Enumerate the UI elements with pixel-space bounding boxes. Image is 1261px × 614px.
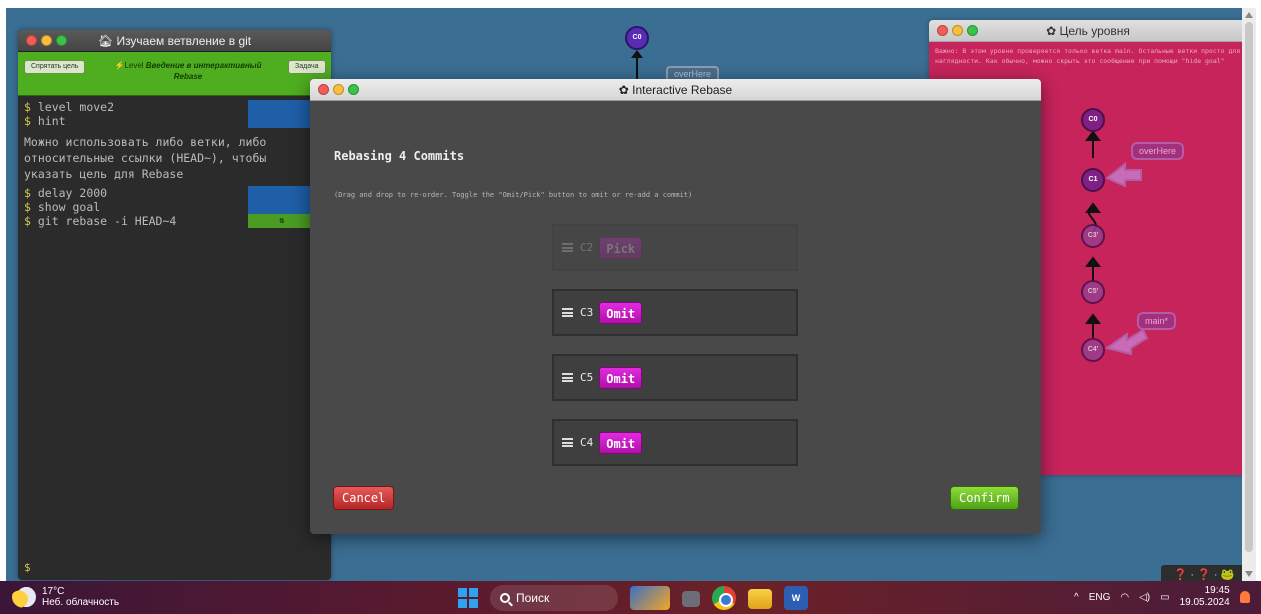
omit-button[interactable]: Omit — [599, 301, 643, 324]
weather-icon — [12, 586, 36, 608]
commit-id: C2 — [580, 241, 594, 254]
home-icon: 🏠︎ — [97, 34, 117, 48]
drag-handle-icon[interactable] — [562, 438, 573, 447]
wifi-icon[interactable]: ◠ — [1120, 592, 1129, 603]
task-view-icon[interactable] — [682, 591, 700, 607]
taskbar-search[interactable]: Поиск — [490, 585, 618, 611]
help-controls[interactable]: ❓ · ❓ · 🐸 — [1161, 565, 1242, 581]
file-explorer-icon[interactable] — [748, 589, 772, 609]
taskbar-apps: Поиск W — [458, 585, 808, 611]
terminal-window: 🏠︎ Изучаем ветвление в git Спрятать цель… — [18, 30, 331, 580]
scroll-down-icon[interactable] — [1245, 571, 1253, 577]
goal-branch-main: main* — [1137, 312, 1177, 330]
temperature: 17°C — [42, 586, 65, 597]
scroll-thumb[interactable] — [1245, 22, 1253, 552]
terminal-output: $ level move2 ⊡ $ hint ⊡ Можно использов… — [18, 96, 331, 228]
maximize-light[interactable] — [56, 35, 67, 46]
goal-branch-overhere: overHere — [1131, 142, 1185, 160]
language-indicator[interactable]: ENG — [1089, 592, 1111, 603]
weather-widget[interactable]: 17°C Неб. облачность — [12, 586, 119, 608]
commit-row-c4[interactable]: C4 Omit — [552, 419, 798, 466]
chevron-up-icon[interactable]: ^ — [1074, 592, 1079, 603]
hide-goal-button[interactable]: Спрятать цель — [24, 60, 86, 74]
confirm-button[interactable]: Confirm — [950, 486, 1019, 510]
terminal-line: $ hint ⊡ — [18, 114, 331, 128]
level-name: Введение в интерактивный Rebase — [145, 61, 262, 81]
commit-id: C4 — [580, 436, 594, 449]
weather-condition: Неб. облачность — [42, 597, 120, 608]
bolt-icon: ⚡ — [114, 61, 125, 70]
level-toolbar: Спрятать цель ⚡Level Введение в интеракт… — [18, 52, 331, 96]
bg-commit-c0: C0 — [625, 26, 649, 50]
interactive-rebase-dialog: ✿ Interactive Rebase Rebasing 4 Commits … — [310, 79, 1041, 534]
status-icon: ⊡ — [248, 114, 318, 128]
dialog-heading: Rebasing 4 Commits — [334, 149, 465, 163]
word-icon[interactable]: W — [784, 586, 808, 610]
taskbar: 17°C Неб. облачность Поиск W ^ ENG ◠ ◁) … — [0, 581, 1261, 614]
dialog-hint: (Drag and drop to re-order. Toggle the "… — [334, 191, 693, 199]
goal-commit-c0: C0 — [1081, 108, 1105, 132]
drag-handle-icon[interactable] — [562, 243, 573, 252]
drag-handle-icon[interactable] — [562, 373, 573, 382]
drag-handle-icon[interactable] — [562, 308, 573, 317]
commit-row-c3[interactable]: C3 Omit — [552, 289, 798, 336]
widgets-icon[interactable] — [630, 586, 670, 610]
omit-button[interactable]: Omit — [599, 366, 643, 389]
commit-id: C3 — [580, 306, 594, 319]
chrome-icon[interactable] — [712, 586, 736, 610]
time: 19:45 — [1204, 585, 1230, 596]
task-button[interactable]: Задача — [288, 60, 326, 74]
terminal-title: Изучаем ветвление в git — [116, 34, 252, 48]
search-icon — [500, 593, 510, 603]
dialog-titlebar: ✿ Interactive Rebase — [310, 79, 1041, 101]
omit-button[interactable]: Omit — [599, 431, 643, 454]
goal-commit-c1: C1 — [1081, 168, 1105, 192]
minimize-light[interactable] — [333, 84, 344, 95]
hint-message: Можно использовать либо ветки, либо отно… — [24, 135, 267, 181]
close-light[interactable] — [26, 35, 37, 46]
bg-edge-arrow — [631, 50, 643, 80]
level-info: ⚡Level Введение в интерактивный Rebase — [113, 60, 263, 82]
command-prompt[interactable]: $ — [24, 561, 31, 574]
start-icon[interactable] — [458, 588, 478, 608]
page-scrollbar[interactable] — [1242, 8, 1256, 581]
commit-row-c5[interactable]: C5 Omit — [552, 354, 798, 401]
goal-commit-c4: C4' — [1081, 338, 1105, 362]
commit-row-c2[interactable]: C2 Pick — [552, 224, 798, 271]
level-prefix: Level — [124, 61, 144, 70]
status-icon: ⊡ — [248, 200, 318, 214]
pick-button[interactable]: Pick — [599, 236, 643, 259]
system-tray: ^ ENG ◠ ◁) ▭ 19:45 19.05.2024 — [1074, 585, 1250, 609]
goal-commit-c5: C5' — [1081, 280, 1105, 304]
commit-id: C5 — [580, 371, 594, 384]
terminal-line: $ level move2 ⊡ — [18, 100, 331, 114]
status-icon: ⊡ — [248, 100, 318, 114]
scroll-up-icon[interactable] — [1245, 12, 1253, 18]
cancel-button[interactable]: Cancel — [333, 486, 395, 510]
running-icon: ⇅ — [248, 214, 318, 228]
battery-icon[interactable]: ▭ — [1160, 592, 1169, 603]
dialog-title: Interactive Rebase — [632, 83, 733, 97]
gear-icon: ✿ — [618, 83, 633, 97]
date: 19.05.2024 — [1179, 597, 1230, 608]
terminal-line: $ show goal ⊡ — [18, 200, 331, 214]
status-icon: ⊡ — [248, 186, 318, 200]
notification-bell-icon[interactable] — [1239, 591, 1250, 603]
clock[interactable]: 19:45 19.05.2024 — [1180, 585, 1230, 609]
search-placeholder: Поиск — [516, 591, 550, 605]
minimize-light[interactable] — [41, 35, 52, 46]
goal-commit-c3: C3' — [1081, 224, 1105, 248]
terminal-line: $ delay 2000 ⊡ — [18, 186, 331, 200]
close-light[interactable] — [318, 84, 329, 95]
terminal-titlebar: 🏠︎ Изучаем ветвление в git — [18, 30, 331, 52]
terminal-line: $ git rebase -i HEAD~4 ⇅ — [18, 214, 331, 228]
maximize-light[interactable] — [348, 84, 359, 95]
volume-icon[interactable]: ◁) — [1139, 592, 1150, 603]
